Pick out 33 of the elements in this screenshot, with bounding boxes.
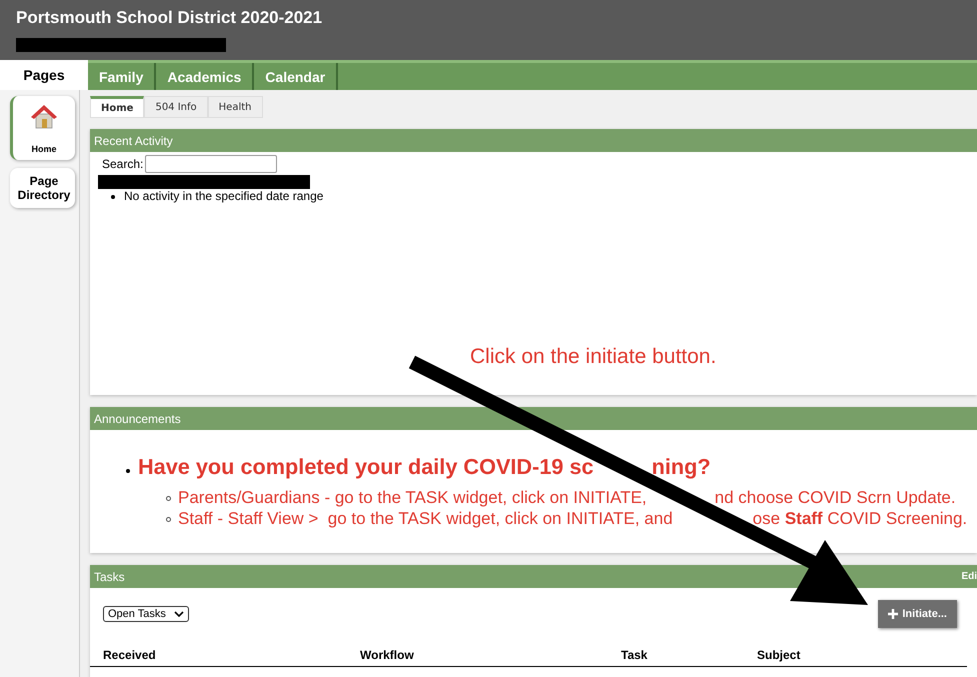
announcement-item: ose Staff COVID Screening.: [752, 509, 968, 529]
bullet-icon: [166, 496, 171, 500]
column-header: Task: [621, 648, 648, 662]
announcement-item: nd choose COVID Scrn Update.: [714, 488, 956, 508]
announcement-item: Staff - Staff View > go to the TASK widget, click on INITIATE, and: [178, 509, 673, 529]
announcement-headline: ning?: [652, 454, 711, 480]
search-label: Search:: [102, 157, 144, 171]
plus-icon: [888, 609, 898, 619]
panel-title: Tasks: [94, 570, 125, 584]
announcement-item: Parents/Guardians - go to the TASK widget, click on INITIATE,: [178, 488, 647, 508]
panel-title: Recent Activity: [94, 134, 173, 148]
column-header: Workflow: [360, 648, 415, 662]
column-header: Received: [103, 648, 157, 662]
initiate-button[interactable]: Initiate...: [878, 600, 957, 628]
sub-tab[interactable]: Home: [90, 96, 144, 118]
bullet-icon: [126, 469, 130, 473]
column-header: Subject: [757, 648, 802, 662]
search-field[interactable]: [145, 155, 278, 173]
activity-item: No activity in the specified date range: [124, 189, 324, 204]
instruction-text: Click on the initiate button.: [470, 345, 716, 369]
sidebar-item[interactable]: Home: [10, 96, 75, 160]
chevron-icon: [174, 611, 184, 617]
house-icon: [29, 102, 59, 130]
announcement-headline: Have you completed your daily COVID-19 sc: [138, 454, 594, 480]
sub-tab[interactable]: 504 Info: [144, 96, 208, 118]
pages-label: Pages: [22, 66, 66, 85]
bullet-icon: [166, 516, 171, 522]
task-filter-dropdown[interactable]: Open Tasks: [103, 606, 189, 622]
bullet-icon: [111, 194, 115, 198]
sidebar-item[interactable]: Page Directory: [10, 168, 75, 208]
sub-tab[interactable]: Health: [208, 96, 262, 118]
panel-title: Announcements: [94, 412, 181, 426]
district-title: Portsmouth School District 2020-2021: [16, 8, 324, 28]
